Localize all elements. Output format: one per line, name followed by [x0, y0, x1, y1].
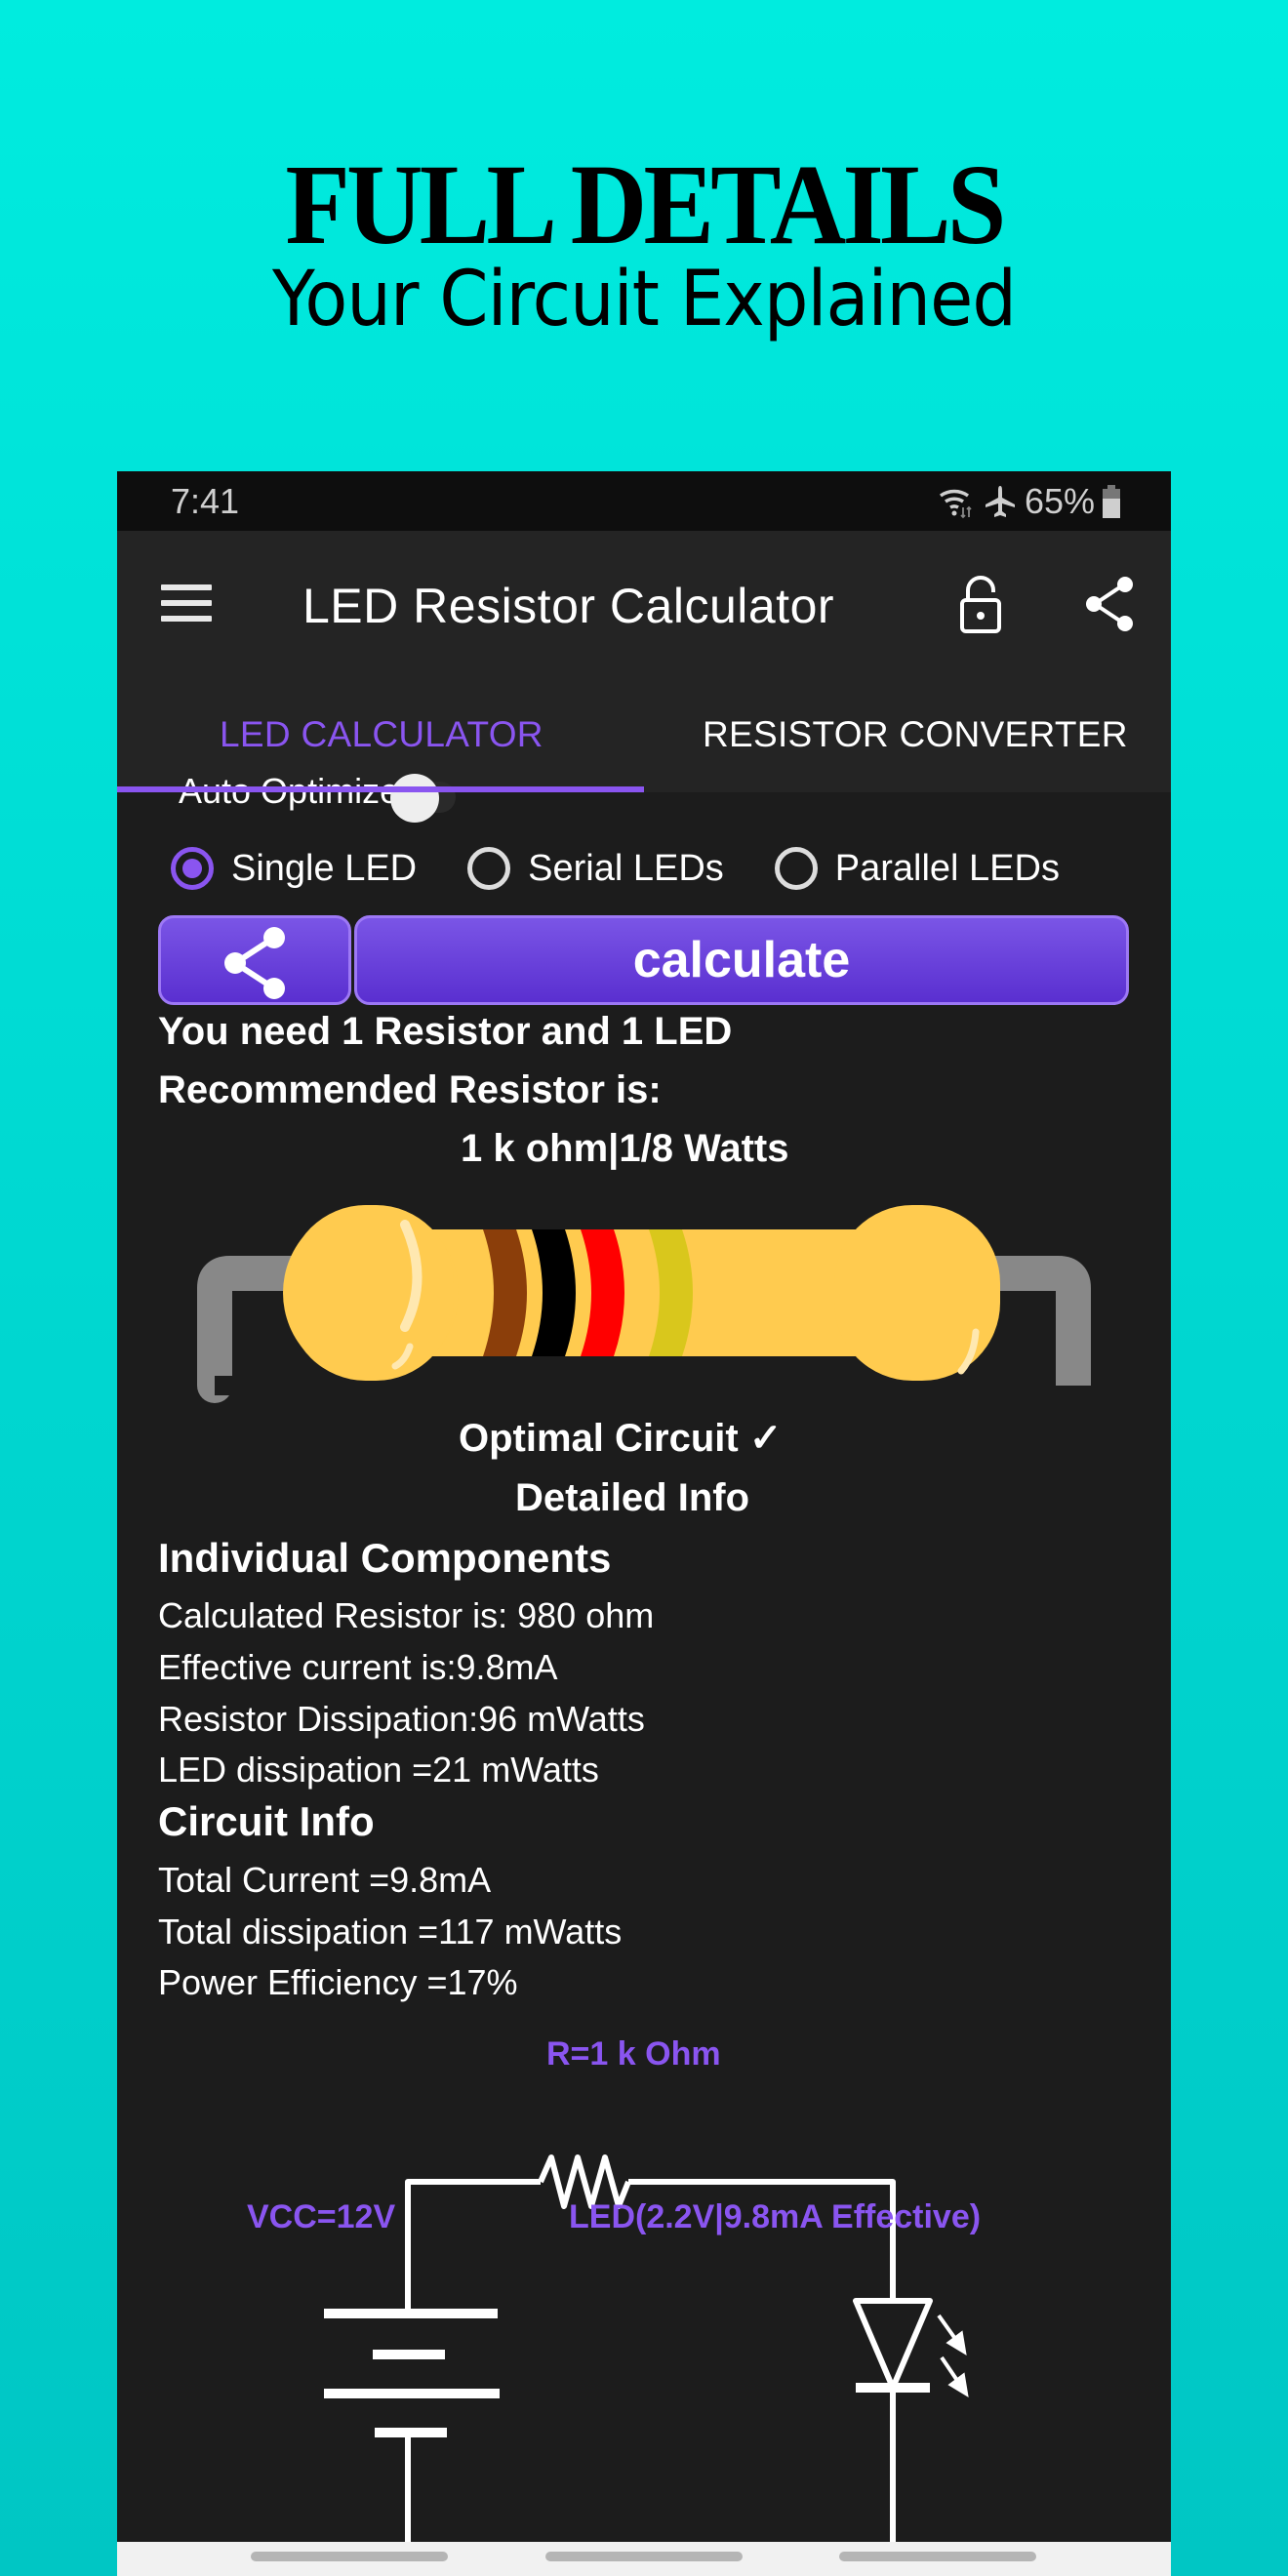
battery-percent: 65%	[1024, 481, 1095, 521]
circuit-diagram	[324, 2154, 969, 2550]
detailed-info-heading: Detailed Info	[515, 1476, 750, 1519]
promo-subheadline: Your Circuit Explained	[272, 256, 1017, 343]
battery-icon	[1103, 485, 1120, 518]
led-triangle	[853, 2298, 933, 2391]
toggle-knob[interactable]	[390, 774, 439, 823]
tab-resistor-converter[interactable]: RESISTOR CONVERTER	[703, 714, 1128, 755]
led-mode-radio-group: Single LED Serial LEDs Parallel LEDs	[171, 847, 1110, 890]
power-efficiency-row: Power Efficiency =17%	[158, 1962, 518, 2002]
radio-serial-leds[interactable]: Serial LEDs	[467, 847, 724, 890]
airplane-icon	[985, 486, 1015, 517]
status-bar: 7:41 65%	[117, 471, 1171, 531]
total-current-row: Total Current =9.8mA	[158, 1860, 492, 1900]
recommended-label: Recommended Resistor is:	[158, 1068, 662, 1111]
calculate-button[interactable]: calculate	[354, 915, 1129, 1005]
recommended-value: 1 k ohm|1/8 Watts	[461, 1127, 789, 1170]
vcc-label: VCC=12V	[247, 2198, 396, 2235]
resistor-dissipation-row: Resistor Dissipation:96 mWatts	[158, 1699, 645, 1739]
led-label: LED(2.2V|9.8mA Effective)	[569, 2198, 982, 2235]
active-tab-indicator	[117, 786, 644, 792]
share-icon	[224, 927, 285, 999]
share-icon[interactable]	[1083, 575, 1138, 633]
effective-current-row: Effective current is:9.8mA	[158, 1647, 558, 1687]
phone-screen: 7:41 65% LED Resistor Calculator LED CAL…	[117, 471, 1171, 2576]
radio-selected-icon[interactable]	[171, 847, 214, 890]
radio-parallel-leds[interactable]: Parallel LEDs	[774, 847, 1060, 890]
wifi-icon	[939, 489, 972, 519]
circuit-info-heading: Circuit Info	[158, 1798, 375, 1844]
led-dissipation-row: LED dissipation =21 mWatts	[158, 1750, 599, 1790]
calculated-resistor-row: Calculated Resistor is: 980 ohm	[158, 1595, 655, 1635]
radio-label: Single LED	[231, 847, 418, 889]
unlock-icon[interactable]	[956, 575, 1005, 633]
tab-led-calculator[interactable]: LED CALCULATOR	[220, 714, 543, 755]
app-title: LED Resistor Calculator	[302, 579, 835, 633]
radio-label: Serial LEDs	[528, 847, 724, 889]
nav-pill-right[interactable]	[839, 2552, 1036, 2561]
resistor-value-label: R=1 k Ohm	[546, 2035, 721, 2073]
resistor-illustration	[197, 1205, 1091, 1403]
optimal-circuit-text: Optimal Circuit ✓	[459, 1417, 783, 1460]
app-bar: LED Resistor Calculator	[117, 531, 1171, 677]
radio-unselected-icon[interactable]	[774, 847, 818, 890]
navigation-bar	[117, 2542, 1171, 2576]
total-dissipation-row: Total dissipation =117 mWatts	[158, 1912, 623, 1952]
share-result-button[interactable]	[158, 915, 351, 1005]
nav-pill-center[interactable]	[545, 2552, 743, 2561]
radio-label: Parallel LEDs	[834, 847, 1060, 889]
menu-icon[interactable]	[161, 584, 212, 624]
promo-headline: FULL DETAILS	[285, 141, 1006, 268]
radio-single-led[interactable]: Single LED	[171, 847, 417, 890]
radio-unselected-icon[interactable]	[467, 847, 511, 890]
individual-components-heading: Individual Components	[158, 1535, 612, 1581]
light-emission-icon	[937, 2314, 969, 2397]
nav-pill-left[interactable]	[251, 2552, 448, 2561]
status-time: 7:41	[171, 481, 240, 521]
battery-symbol	[324, 2309, 500, 2437]
wire-top-left	[405, 2179, 541, 2314]
component-count-text: You need 1 Resistor and 1 LED	[158, 1010, 733, 1053]
wire-bottom	[405, 2421, 896, 2550]
